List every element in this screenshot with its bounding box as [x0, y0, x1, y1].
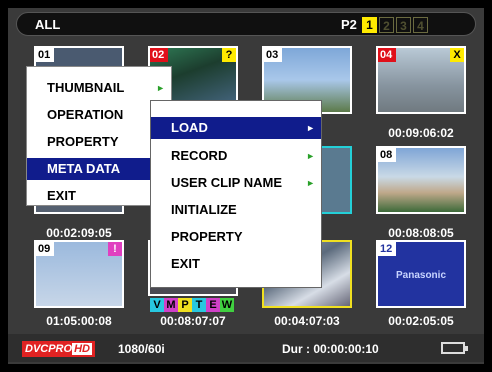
thumbnail-8[interactable]: 08	[376, 146, 466, 214]
menu-item-label: EXIT	[171, 256, 200, 271]
menu-item-user-clip-name[interactable]: USER CLIP NAME ►	[151, 172, 321, 194]
clip-number: 04	[378, 48, 396, 62]
timecode: 00:04:07:03	[274, 314, 340, 328]
metadata-tags: V M P T E W	[150, 298, 234, 312]
top-bar: ALL P2 1 2 3 4	[16, 12, 476, 36]
thumbnail-12[interactable]: 12 Panasonic	[376, 240, 466, 308]
slot-2[interactable]: 2	[379, 17, 394, 33]
clip-number: 12	[378, 242, 396, 256]
tag-v: V	[150, 298, 164, 312]
codec-name: DVCPRO	[25, 343, 73, 355]
menu-item-record[interactable]: RECORD ►	[151, 145, 321, 167]
menu-item-exit[interactable]: EXIT	[151, 253, 321, 275]
clip-number: 08	[378, 148, 396, 162]
arrow-right-icon: ►	[156, 83, 165, 93]
slot-3[interactable]: 3	[396, 17, 411, 33]
tag-e: E	[206, 298, 220, 312]
menu-item-label: PROPERTY	[171, 229, 243, 244]
menu-item-label: OPERATION	[47, 107, 124, 122]
menu-item-label: EXIT	[47, 188, 76, 203]
menu-item-label: USER CLIP NAME	[171, 175, 282, 190]
clip-number: 02	[150, 48, 168, 62]
meta-data-submenu: LOAD ► RECORD ► USER CLIP NAME ► INITIAL…	[150, 100, 322, 288]
timecode: 00:02:09:05	[46, 226, 112, 240]
menu-item-thumbnail[interactable]: THUMBNAIL ►	[27, 77, 171, 99]
arrow-right-icon: ►	[306, 151, 315, 161]
arrow-right-icon: ►	[306, 178, 315, 188]
tag-p: P	[178, 298, 192, 312]
menu-item-label: PROPERTY	[47, 134, 119, 149]
battery-icon	[441, 342, 468, 354]
codec-hd: HD	[72, 343, 92, 355]
slot-4[interactable]: 4	[413, 17, 428, 33]
panasonic-logo: Panasonic	[395, 270, 447, 281]
clip-number: 09	[36, 242, 54, 256]
tag-w: W	[220, 298, 234, 312]
menu-item-label: RECORD	[171, 148, 228, 163]
timecode: 00:09:06:02	[388, 126, 454, 140]
menu-item-property[interactable]: PROPERTY	[151, 226, 321, 248]
clip-number: 03	[264, 48, 282, 62]
video-format: 1080/60i	[118, 342, 165, 356]
clip-filter-label: ALL	[35, 17, 61, 32]
codec-logo: DVCPRO HD	[22, 341, 95, 357]
thumbnail-4[interactable]: 04 X	[376, 46, 466, 114]
clip-number: 01	[36, 48, 54, 62]
duration: Dur : 00:00:00:10	[282, 342, 379, 356]
tag-m: M	[164, 298, 178, 312]
exclamation-icon: !	[108, 242, 122, 256]
menu-item-initialize[interactable]: INITIALIZE	[151, 199, 321, 221]
menu-item-label: LOAD	[171, 120, 208, 135]
question-icon: ?	[222, 48, 236, 62]
menu-item-label: THUMBNAIL	[47, 80, 125, 95]
arrow-right-icon: ►	[306, 123, 315, 133]
timecode: 00:02:05:05	[388, 314, 454, 328]
menu-item-label: INITIALIZE	[171, 202, 237, 217]
status-bar: DVCPRO HD 1080/60i Dur : 00:00:00:10	[8, 334, 484, 362]
timecode: 00:08:08:05	[388, 226, 454, 240]
card-label: P2	[341, 17, 357, 32]
menu-item-label: META DATA	[47, 161, 121, 176]
slot-1[interactable]: 1	[362, 17, 377, 33]
screen: ALL P2 1 2 3 4 01 02 ? 03 5:07 04 X 00:0…	[8, 8, 484, 364]
warning-x-icon: X	[450, 48, 464, 62]
menu-item-load[interactable]: LOAD ►	[151, 117, 321, 139]
thumbnail-9[interactable]: 09 !	[34, 240, 124, 308]
timecode: 00:08:07:07	[160, 314, 226, 328]
tag-t: T	[192, 298, 206, 312]
timecode: 01:05:00:08	[46, 314, 112, 328]
